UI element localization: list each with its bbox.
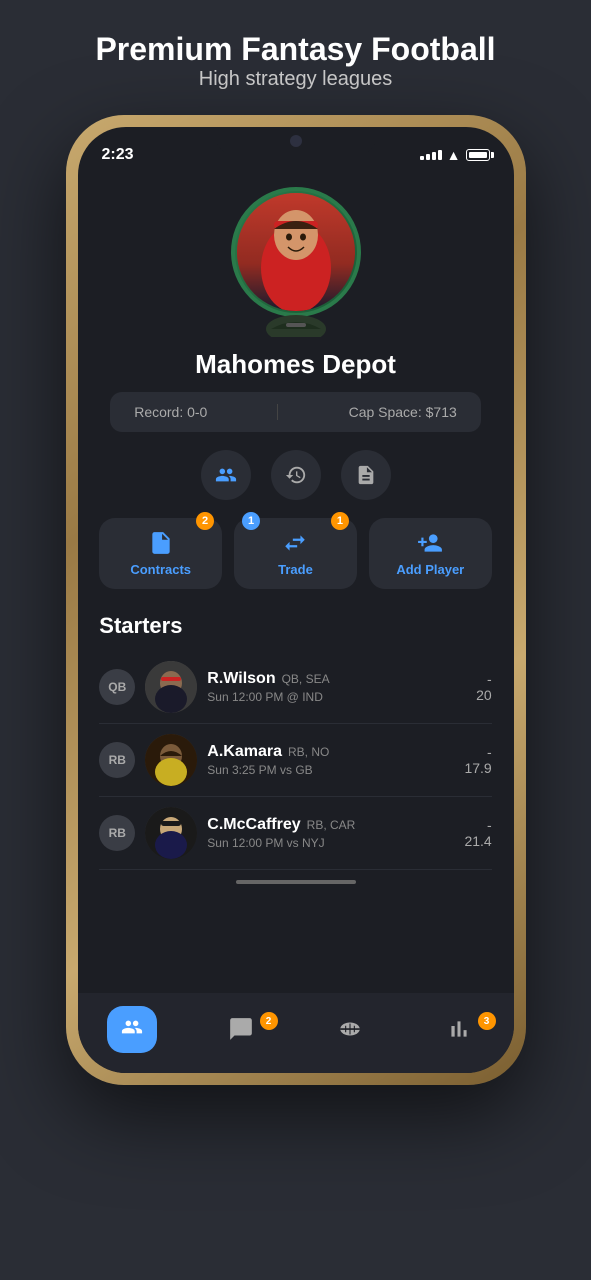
history-icon-btn[interactable] (271, 450, 321, 500)
stat-divider (277, 404, 278, 420)
add-player-label: Add Player (396, 562, 464, 577)
team-name: Mahomes Depot (195, 349, 396, 380)
player-score-kamara: - 17.9 (462, 744, 492, 776)
notes-icon-btn[interactable] (341, 450, 391, 500)
big-actions-row: 2 Contracts 1 1 Trade (99, 518, 491, 589)
status-time: 2:23 (102, 146, 134, 164)
player-name: R.Wilson (207, 670, 275, 688)
nav-item-team[interactable] (78, 1006, 187, 1053)
player-name: A.Kamara (207, 743, 282, 761)
player-name-line: A.Kamara RB, NO (207, 743, 451, 761)
player-game: Sun 3:25 PM vs GB (207, 763, 451, 777)
phone-notch (216, 127, 376, 155)
player-name-line: R.Wilson QB, SEA (207, 670, 451, 688)
roster-icon-btn[interactable] (201, 450, 251, 500)
team-avatar-ring (231, 187, 361, 317)
player-pos-team: RB, CAR (307, 818, 356, 832)
player-game: Sun 12:00 PM @ IND (207, 690, 451, 704)
nav-team-bg (107, 1006, 157, 1053)
player-avatar-kamara (145, 734, 197, 786)
screen-content: Mahomes Depot Record: 0-0 Cap Space: $71… (78, 171, 514, 993)
starters-title: Starters (99, 613, 491, 639)
nav-item-ball[interactable] (296, 1016, 405, 1042)
stats-bar: Record: 0-0 Cap Space: $713 (110, 392, 481, 432)
player-score-wilson: - 20 (462, 671, 492, 703)
table-row[interactable]: RB A.Kamara RB, (99, 724, 491, 797)
player-game: Sun 12:00 PM vs NYJ (207, 836, 451, 850)
nav-stats-badge: 3 (478, 1012, 496, 1030)
contracts-label: Contracts (130, 562, 191, 577)
position-badge-rb1: RB (99, 742, 135, 778)
table-row[interactable]: RB C.McCaffrey R (99, 797, 491, 870)
app-header: Premium Fantasy Football High strategy l… (95, 30, 495, 91)
player-pos-team: RB, NO (288, 745, 329, 759)
status-icons: ▲ (420, 147, 490, 163)
wifi-icon: ▲ (447, 147, 461, 163)
contracts-badge: 2 (196, 512, 214, 530)
avatar (237, 193, 355, 311)
player-name: C.McCaffrey (207, 816, 300, 834)
trade-label: Trade (278, 562, 313, 577)
player-avatar-mccaffrey (145, 807, 197, 859)
position-badge-rb2: RB (99, 815, 135, 851)
trade-badge-left: 1 (242, 512, 260, 530)
add-player-button[interactable]: Add Player (369, 518, 492, 589)
starters-section: Starters QB (99, 613, 491, 870)
player-name-line: C.McCaffrey RB, CAR (207, 816, 451, 834)
record-stat: Record: 0-0 (134, 404, 207, 420)
app-subtitle: High strategy leagues (95, 68, 495, 91)
table-row[interactable]: QB R.Wilson QB, (99, 651, 491, 724)
nav-chat-badge: 2 (260, 1012, 278, 1030)
position-badge-qb: QB (99, 669, 135, 705)
trade-badge-right: 1 (331, 512, 349, 530)
page-wrapper: Premium Fantasy Football High strategy l… (0, 0, 591, 1280)
action-icons-row (201, 450, 391, 500)
trade-button[interactable]: 1 1 Trade (234, 518, 357, 589)
contracts-button[interactable]: 2 Contracts (99, 518, 222, 589)
nav-item-stats[interactable]: 3 (405, 1016, 514, 1042)
player-avatar-wilson (145, 661, 197, 713)
phone-frame: 2:23 ▲ (66, 115, 526, 1085)
player-pos-team: QB, SEA (282, 672, 330, 686)
home-indicator (236, 880, 356, 884)
nav-item-chat[interactable]: 2 (187, 1016, 296, 1042)
bottom-nav: 2 3 (78, 993, 514, 1073)
player-info-mccaffrey: C.McCaffrey RB, CAR Sun 12:00 PM vs NYJ (207, 816, 451, 850)
helmet-decoration (246, 309, 346, 337)
player-info-wilson: R.Wilson QB, SEA Sun 12:00 PM @ IND (207, 670, 451, 704)
app-title: Premium Fantasy Football (95, 30, 495, 68)
player-score-mccaffrey: - 21.4 (462, 817, 492, 849)
cap-space-stat: Cap Space: $713 (349, 404, 457, 420)
phone-screen: 2:23 ▲ (78, 127, 514, 1073)
signal-icon (420, 150, 442, 160)
battery-icon (466, 149, 490, 161)
player-info-kamara: A.Kamara RB, NO Sun 3:25 PM vs GB (207, 743, 451, 777)
avatar-section (231, 187, 361, 337)
